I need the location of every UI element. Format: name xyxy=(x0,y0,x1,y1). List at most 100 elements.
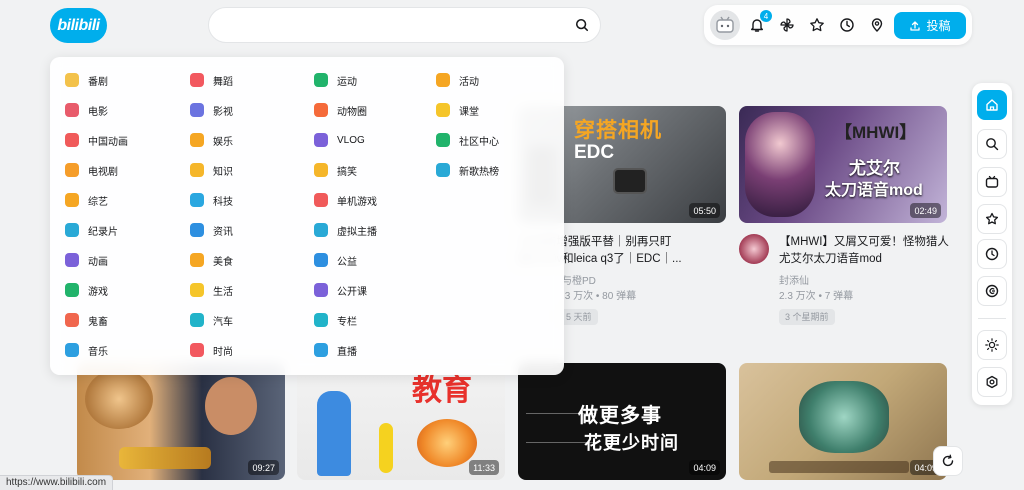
category-item[interactable]: 游戏 xyxy=(65,280,108,300)
favorites-button[interactable] xyxy=(807,15,827,35)
video-stats: .3 万次 • 80 弹幕 xyxy=(562,291,637,302)
refresh-icon xyxy=(942,454,954,467)
tv-icon xyxy=(985,175,999,188)
refresh-button[interactable] xyxy=(933,446,963,476)
category-label: 新歌热榜 xyxy=(459,166,499,178)
category-item[interactable]: 新歌热榜 xyxy=(436,160,499,180)
search-nav-button[interactable] xyxy=(977,129,1007,159)
video-thumbnail[interactable]: 09:27 xyxy=(77,363,285,480)
character-art xyxy=(745,112,815,217)
category-label: 直播 xyxy=(337,346,357,358)
video-thumbnail[interactable]: 04:09 xyxy=(739,363,947,480)
category-item[interactable]: 公益 xyxy=(314,250,357,270)
category-item[interactable]: 鬼畜 xyxy=(65,310,108,330)
category-item[interactable]: 中国动画 xyxy=(65,130,128,150)
category-item[interactable]: 音乐 xyxy=(65,340,108,360)
category-item[interactable]: 知识 xyxy=(190,160,233,180)
search-bar[interactable] xyxy=(208,7,601,43)
category-label: 知识 xyxy=(213,166,233,178)
history-nav-button[interactable] xyxy=(977,239,1007,269)
notification-badge: 4 xyxy=(760,10,772,22)
theme-toggle-button[interactable] xyxy=(977,330,1007,360)
video-author[interactable]: 与橙PD xyxy=(562,274,596,289)
game-hud xyxy=(769,461,909,473)
monster-art xyxy=(799,381,889,453)
creator-nav-button[interactable] xyxy=(977,276,1007,306)
category-item[interactable]: 搞笑 xyxy=(314,160,357,180)
category-item[interactable]: 运动 xyxy=(314,70,357,90)
category-dropdown-panel: 番剧电影中国动画电视剧综艺纪录片动画游戏鬼畜音乐 舞蹈影视娱乐知识科技资讯美食生活… xyxy=(50,57,564,375)
category-item[interactable]: 课堂 xyxy=(436,100,479,120)
category-label: 电视剧 xyxy=(88,166,118,178)
category-icon xyxy=(65,103,79,117)
category-item[interactable]: 动物圈 xyxy=(314,100,367,120)
category-icon xyxy=(65,163,79,177)
category-item[interactable]: 时尚 xyxy=(190,340,233,360)
category-item[interactable]: 番剧 xyxy=(65,70,108,90)
category-label: 综艺 xyxy=(88,196,108,208)
category-icon xyxy=(190,73,204,87)
category-item[interactable]: 社区中心 xyxy=(436,130,499,150)
category-item[interactable]: 科技 xyxy=(190,190,233,210)
star-icon xyxy=(810,18,824,32)
category-item[interactable]: 纪录片 xyxy=(65,220,118,240)
thumbnail-title-text: 穿搭相机 xyxy=(574,119,662,142)
category-label: 舞蹈 xyxy=(213,76,233,88)
category-label: 单机游戏 xyxy=(337,196,377,208)
category-item[interactable]: 公开课 xyxy=(314,280,367,300)
search-input[interactable] xyxy=(209,8,564,42)
category-item[interactable]: 影视 xyxy=(190,100,233,120)
category-item[interactable]: 专栏 xyxy=(314,310,357,330)
video-thumbnail[interactable]: 【MHWI】 尤艾尔 太刀语音mod 02:49 xyxy=(739,106,947,223)
search-icon xyxy=(575,18,589,32)
category-label: 搞笑 xyxy=(337,166,357,178)
video-author[interactable]: 封添仙 xyxy=(779,274,809,289)
video-age: 5 天前 xyxy=(560,309,598,325)
category-item[interactable]: 美食 xyxy=(190,250,233,270)
video-thumbnail[interactable]: 教育 11:33 xyxy=(297,363,505,480)
settings-button[interactable] xyxy=(977,367,1007,397)
category-item[interactable]: VLOG xyxy=(314,130,365,150)
category-icon xyxy=(436,133,450,147)
category-item[interactable]: 娱乐 xyxy=(190,130,233,150)
category-item[interactable]: 生活 xyxy=(190,280,233,300)
category-item[interactable]: 综艺 xyxy=(65,190,108,210)
search-button[interactable] xyxy=(564,8,600,42)
upload-button[interactable]: 投稿 xyxy=(894,12,966,39)
dynamic-button[interactable] xyxy=(777,15,797,35)
category-label: 电影 xyxy=(88,106,108,118)
category-label: 鬼畜 xyxy=(88,316,108,328)
status-bar-url: https://www.bilibili.com xyxy=(0,475,114,490)
category-label: 课堂 xyxy=(459,106,479,118)
tv-nav-button[interactable] xyxy=(977,167,1007,197)
home-button[interactable] xyxy=(977,90,1007,120)
category-item[interactable]: 电影 xyxy=(65,100,108,120)
category-icon xyxy=(190,163,204,177)
video-title-line: 尤艾尔太刀语音mod xyxy=(779,253,882,265)
category-item[interactable]: 虚拟主播 xyxy=(314,220,377,240)
bilibili-logo[interactable]: bilibili xyxy=(50,8,107,43)
category-icon xyxy=(314,193,328,207)
video-thumbnail[interactable]: 做更多事 花更少时间 04:09 xyxy=(518,363,726,480)
category-item[interactable]: 动画 xyxy=(65,250,108,270)
category-icon xyxy=(436,163,450,177)
home-icon xyxy=(986,99,998,111)
category-item[interactable]: 汽车 xyxy=(190,310,233,330)
category-item[interactable]: 直播 xyxy=(314,340,357,360)
history-button[interactable] xyxy=(837,15,857,35)
creator-center-button[interactable] xyxy=(867,15,887,35)
category-item[interactable]: 资讯 xyxy=(190,220,233,240)
category-item[interactable]: 电视剧 xyxy=(65,160,118,180)
category-item[interactable]: 单机游戏 xyxy=(314,190,377,210)
author-avatar[interactable] xyxy=(739,234,769,264)
category-item[interactable]: 舞蹈 xyxy=(190,70,233,90)
category-icon xyxy=(65,343,79,357)
category-icon xyxy=(436,73,450,87)
avatar[interactable] xyxy=(710,10,740,40)
category-label: 动画 xyxy=(88,256,108,268)
category-icon xyxy=(190,253,204,267)
favorites-nav-button[interactable] xyxy=(977,204,1007,234)
video-title[interactable]: 【MHWI】又屑又可爱！怪物猎人 尤艾尔太刀语音mod xyxy=(779,234,949,268)
category-label: 资讯 xyxy=(213,226,233,238)
category-item[interactable]: 活动 xyxy=(436,70,479,90)
